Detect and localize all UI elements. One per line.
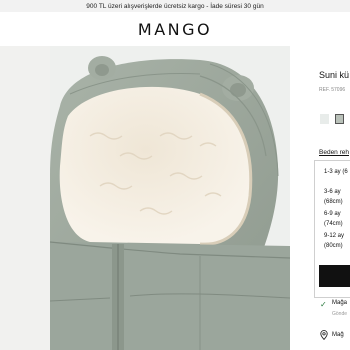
size-option-detail[interactable]: (68cm) xyxy=(324,197,343,207)
size-option[interactable]: 1-3 ay (6 xyxy=(324,167,348,177)
size-option[interactable]: 9-12 ay xyxy=(324,231,344,241)
find-in-store-link[interactable]: Mağ xyxy=(332,332,344,338)
store-availability-text: Mağa xyxy=(332,300,348,306)
size-option[interactable]: 3-6 ay xyxy=(324,187,341,197)
size-option-detail[interactable]: (74cm) xyxy=(324,219,343,229)
location-pin-icon xyxy=(320,330,328,340)
promo-text: 900 TL üzeri alışverişlerde ücretsiz kar… xyxy=(86,2,264,10)
size-option-detail[interactable]: (80cm) xyxy=(324,241,343,251)
product-image xyxy=(50,46,290,350)
product-reference: REF. 57096 xyxy=(319,87,346,93)
color-swatch-green-selected[interactable] xyxy=(335,114,344,124)
shipping-subtext: Gönde xyxy=(332,311,348,317)
size-guide-link[interactable]: Beden reh xyxy=(319,149,349,156)
gallery-previous-image[interactable] xyxy=(0,46,50,350)
size-option[interactable]: 6-9 ay xyxy=(324,209,341,219)
mango-logo[interactable]: MANGO xyxy=(0,20,350,39)
check-icon: ✓ xyxy=(320,300,327,309)
product-title: Suni kü xyxy=(319,70,350,80)
site-header: MANGO xyxy=(0,12,350,46)
add-to-bag-button[interactable] xyxy=(319,265,350,287)
color-swatch-light[interactable] xyxy=(320,114,329,124)
product-info-panel: Suni kü REF. 57096 Beden reh 1-3 ay (6 3… xyxy=(308,46,350,350)
promo-bar: 900 TL üzeri alışverişlerde ücretsiz kar… xyxy=(0,0,350,12)
